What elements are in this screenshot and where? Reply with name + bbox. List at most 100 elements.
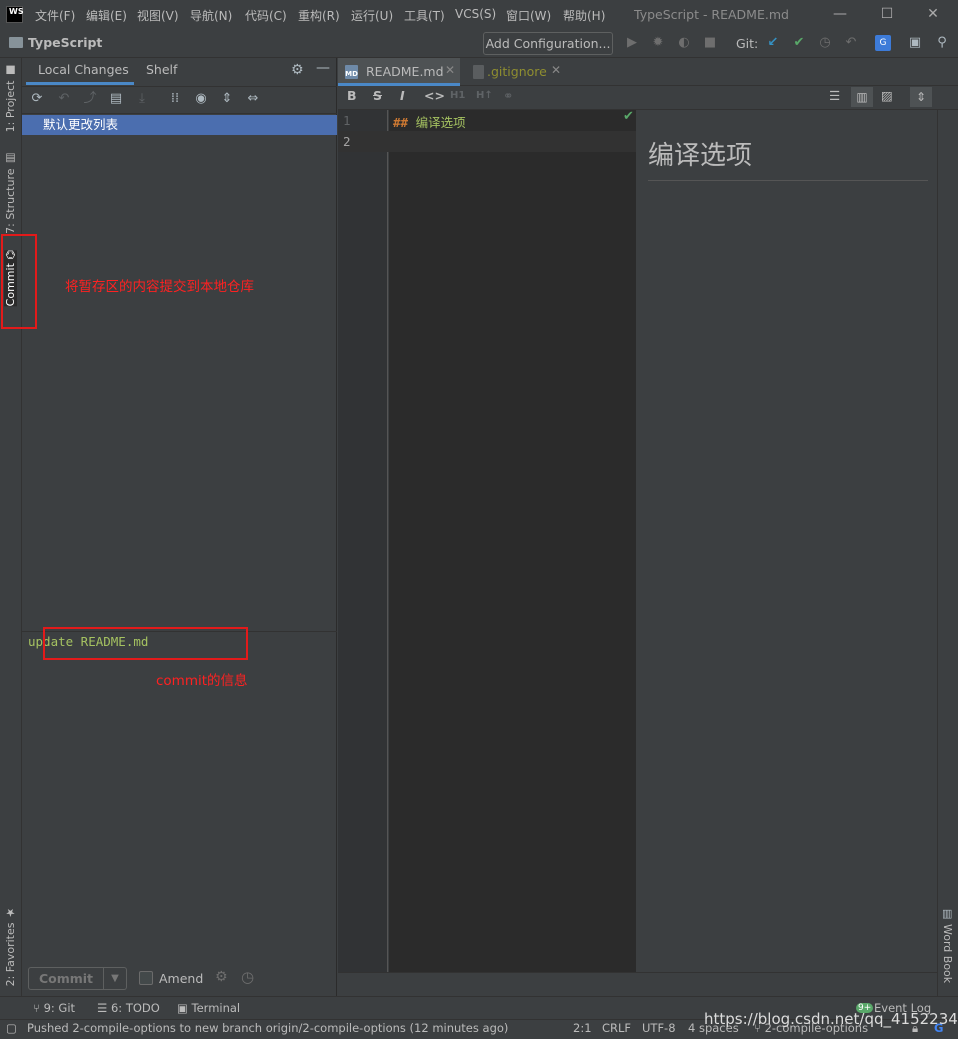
minimize-button[interactable]: — <box>829 4 851 24</box>
menu-tools[interactable]: 工具(T) <box>404 7 445 24</box>
menu-view[interactable]: 视图(V) <box>137 7 179 24</box>
collapse-all-icon[interactable]: ⇔ <box>245 91 261 107</box>
left-tool-stripe: 1: Project ■ 7: Structure ▤ Commit ⌬ 2: … <box>0 58 22 996</box>
italic-button[interactable]: I <box>400 88 405 103</box>
code-line[interactable]: ## 编译选项 <box>393 112 466 131</box>
translate-icon[interactable]: G <box>875 35 891 51</box>
amend-label: Amend <box>159 971 204 986</box>
link-icon[interactable]: ⚭ <box>503 88 513 103</box>
favorites-tool-tab[interactable]: 2: Favorites ★ <box>4 906 17 986</box>
markdown-file-icon: MD <box>345 65 358 79</box>
heading-button[interactable]: H1 <box>450 90 465 101</box>
commit-tab-highlight <box>1 234 37 329</box>
debug-icon[interactable]: ✹ <box>650 35 666 51</box>
move-icon[interactable]: ⤴ <box>82 91 98 107</box>
code-editor[interactable] <box>389 110 636 972</box>
todo-tool-tab[interactable]: ☰ 6: TODO <box>97 1001 160 1015</box>
folder-icon <box>9 37 23 48</box>
tab-readme-label: README.md <box>366 64 444 79</box>
line-gutter <box>338 110 388 972</box>
terminal-tool-tab[interactable]: ▣ Terminal <box>177 1001 240 1015</box>
menu-file[interactable]: 文件(F) <box>35 7 75 24</box>
expand-all-icon[interactable]: ⇕ <box>219 91 235 107</box>
git-commit-icon[interactable]: ✔ <box>791 35 807 51</box>
clock-icon[interactable]: ◷ <box>241 968 254 986</box>
book-icon: ▥ <box>942 907 953 920</box>
stop-icon[interactable]: ■ <box>702 35 718 51</box>
shelve-icon[interactable]: ⤓ <box>134 91 150 107</box>
navigation-bar <box>0 30 958 58</box>
menu-vcs[interactable]: VCS(S) <box>455 7 496 21</box>
project-breadcrumb[interactable]: TypeScript <box>28 35 102 50</box>
commit-options-icon[interactable]: ⚙ <box>215 969 228 985</box>
tab-local-changes[interactable]: Local Changes <box>38 62 129 77</box>
structure-tool-tab[interactable]: 7: Structure ▤ <box>4 152 17 234</box>
strikethrough-button[interactable]: S <box>373 88 382 103</box>
hide-panel-icon[interactable]: — <box>316 60 330 76</box>
code-button[interactable]: <> <box>424 88 445 103</box>
git-tool-tab[interactable]: ⑂ 9: Git <box>33 1001 75 1015</box>
preview-heading: 编译选项 <box>648 141 753 171</box>
run-icon[interactable]: ▶ <box>624 35 640 51</box>
structure-tool-tab-label: 7: Structure <box>4 168 17 234</box>
watermark: https://blog.csdn.net/qq_41522343 <box>704 1010 958 1028</box>
gear-icon[interactable]: ⚙ <box>291 62 304 78</box>
branch-icon: ⑂ <box>33 1001 44 1015</box>
git-update-icon[interactable]: ↙ <box>765 35 781 51</box>
close-tab-icon[interactable]: ✕ <box>551 63 561 77</box>
editor-only-icon[interactable]: ☰ <box>829 88 840 103</box>
rollback-icon[interactable]: ↶ <box>843 35 859 51</box>
coverage-icon[interactable]: ◐ <box>676 35 692 51</box>
terminal-icon[interactable]: ▣ <box>907 35 923 51</box>
editor-footer <box>338 972 937 996</box>
project-tool-tab[interactable]: 1: Project ■ <box>4 64 17 132</box>
terminal-icon: ▣ <box>177 1001 192 1015</box>
commit-button[interactable]: Commit <box>28 967 104 990</box>
eye-icon[interactable]: ◉ <box>193 91 209 107</box>
active-tab-indicator <box>26 82 134 85</box>
chevron-down-icon[interactable]: ▼ <box>104 967 127 990</box>
increase-heading-button[interactable]: H↑ <box>476 90 493 101</box>
close-tab-icon[interactable]: ✕ <box>445 63 455 77</box>
tab-gitignore[interactable]: .gitignore <box>487 64 547 79</box>
add-configuration-button[interactable]: Add Configuration... <box>483 32 613 55</box>
menu-run[interactable]: 运行(U) <box>351 7 393 24</box>
bold-button[interactable]: B <box>347 88 357 103</box>
close-button[interactable]: ✕ <box>922 4 944 24</box>
maximize-button[interactable]: ☐ <box>876 4 898 24</box>
history-icon[interactable]: ◷ <box>817 35 833 51</box>
menu-navigate[interactable]: 导航(N) <box>190 7 232 24</box>
search-icon[interactable]: ⚲ <box>934 35 950 51</box>
amend-checkbox[interactable] <box>139 971 153 985</box>
checkmark-icon: ✔ <box>623 109 634 124</box>
message-annotation: commit的信息 <box>156 673 248 689</box>
line-separator[interactable]: CRLF <box>602 1021 631 1035</box>
group-by-icon[interactable]: ⁞⁞ <box>167 91 183 107</box>
todo-tool-tab-label: 6: TODO <box>110 1001 160 1015</box>
status-toggle-icon[interactable]: ▢ <box>6 1021 17 1035</box>
word-book-tab[interactable]: Word Book <box>941 924 954 983</box>
status-message[interactable]: Pushed 2-compile-options to new branch o… <box>27 1021 508 1035</box>
menu-window[interactable]: 窗口(W) <box>506 7 551 24</box>
changelist-row[interactable]: 默认更改列表 <box>22 115 337 135</box>
refresh-icon[interactable]: ⟳ <box>29 91 45 107</box>
menu-code[interactable]: 代码(C) <box>245 7 287 24</box>
menu-help[interactable]: 帮助(H) <box>563 7 605 24</box>
file-icon <box>473 65 484 79</box>
commit-tab-annotation: 将暂存区的内容提交到本地仓库 <box>65 279 254 295</box>
markdown-preview <box>637 110 937 972</box>
menu-refactor[interactable]: 重构(R) <box>298 7 340 24</box>
file-encoding[interactable]: UTF-8 <box>642 1021 676 1035</box>
menu-edit[interactable]: 编辑(E) <box>86 7 127 24</box>
preview-only-icon[interactable]: ▨ <box>881 88 893 103</box>
heading-divider <box>648 180 928 181</box>
rollback-icon[interactable]: ↶ <box>56 91 72 107</box>
split-view-icon[interactable]: ▥ <box>851 87 873 107</box>
tab-shelf[interactable]: Shelf <box>146 62 177 77</box>
diff-icon[interactable]: ▤ <box>108 91 124 107</box>
sync-scroll-icon[interactable]: ⇕ <box>910 87 932 107</box>
right-tool-stripe: ▥ Word Book <box>937 110 958 996</box>
caret-position[interactable]: 2:1 <box>573 1021 592 1035</box>
git-tool-tab-label: 9: Git <box>43 1001 76 1015</box>
list-icon: ☰ <box>97 1001 111 1015</box>
